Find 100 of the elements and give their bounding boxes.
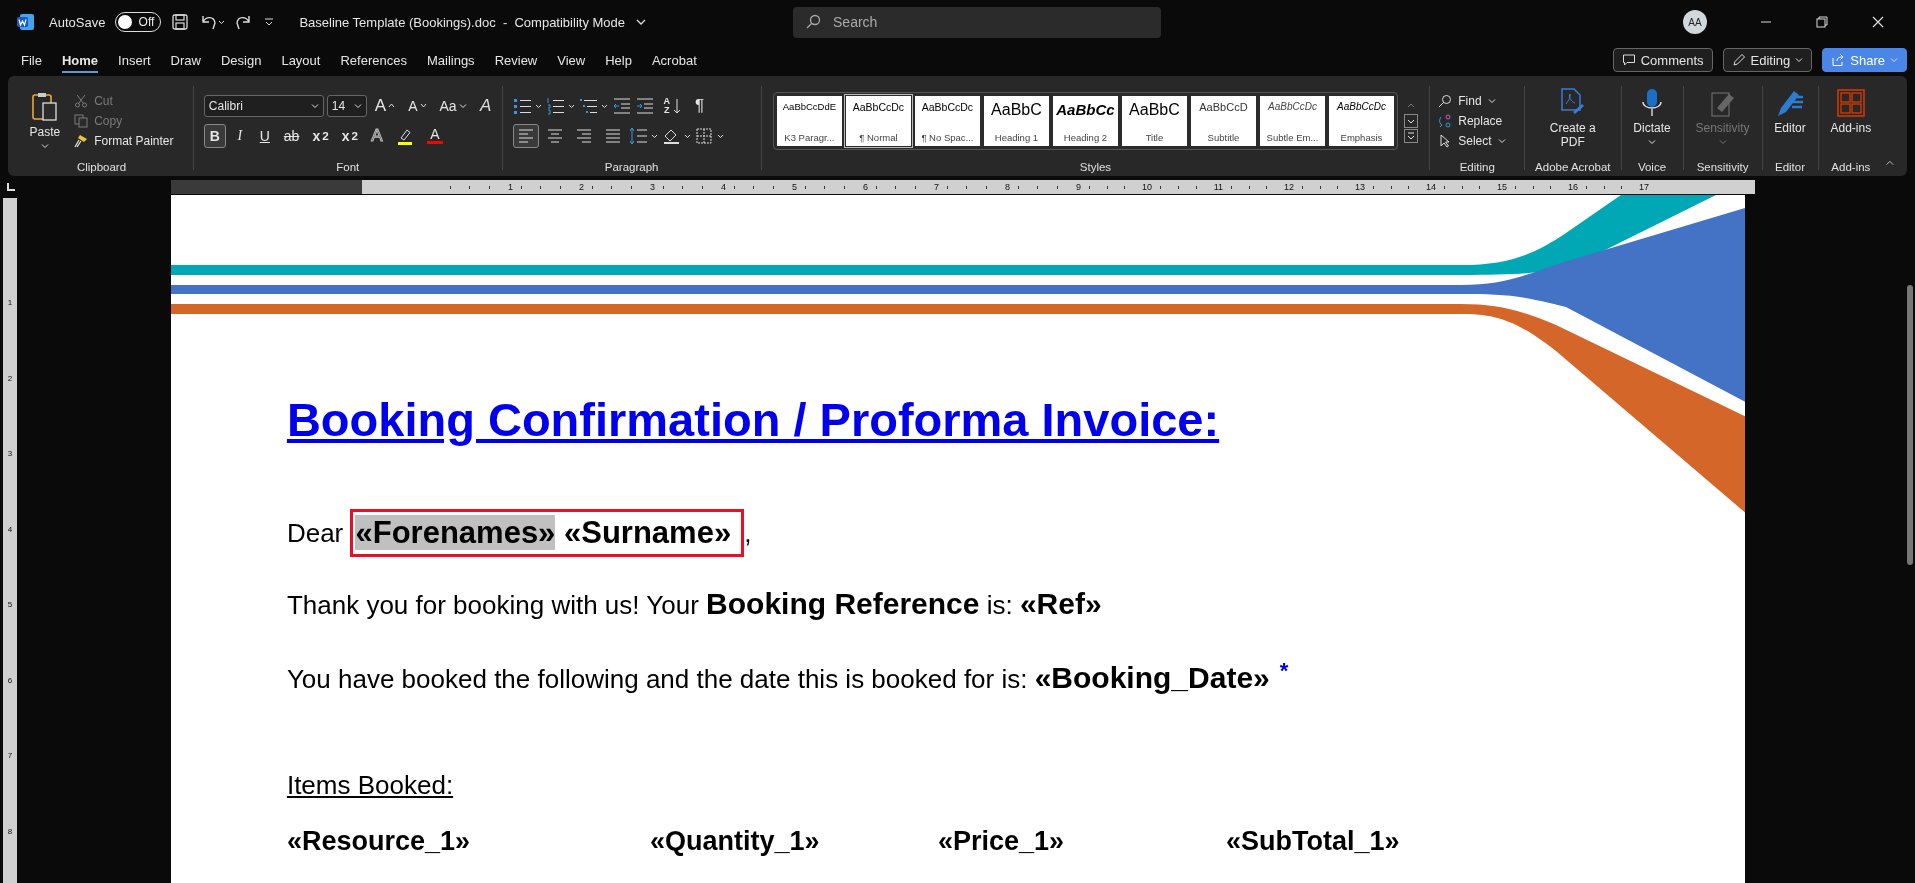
- merge-field: «Quantity_1»: [649, 826, 938, 857]
- menu-tab[interactable]: View: [548, 48, 595, 72]
- style-tile[interactable]: AaBbCcDdE K3 Paragr...: [776, 95, 842, 146]
- addins-button[interactable]: Add-ins: [1828, 80, 1874, 161]
- save-icon[interactable]: [171, 13, 190, 31]
- search-box[interactable]: Search: [793, 6, 1161, 38]
- pencil-icon: [1731, 53, 1746, 67]
- menu-tab[interactable]: Layout: [272, 48, 330, 72]
- style-tile[interactable]: AaBbCc Heading 2: [1052, 95, 1118, 146]
- menu-tab[interactable]: Review: [485, 48, 547, 72]
- pdf-button[interactable]: Create a PDF: [1539, 80, 1606, 161]
- user-avatar[interactable]: AA: [1683, 10, 1707, 34]
- group-label: Font: [336, 161, 360, 175]
- group-label: Adobe Acrobat: [1535, 161, 1611, 175]
- style-tile[interactable]: AaBbCcDc ¶ No Spac...: [914, 95, 980, 146]
- numbered-list-icon[interactable]: [545, 96, 576, 115]
- chevron-down-icon: [458, 101, 467, 110]
- align-right-icon: [575, 128, 592, 143]
- collapse-ribbon-icon[interactable]: [1885, 158, 1895, 168]
- align-left-button[interactable]: [512, 123, 539, 148]
- decrease-indent-icon[interactable]: [611, 96, 632, 115]
- comments-button[interactable]: Comments: [1612, 48, 1713, 72]
- expand-gallery-icon[interactable]: [1403, 128, 1418, 143]
- font-color-button[interactable]: A: [421, 123, 448, 148]
- paintbrush-icon: [74, 133, 89, 148]
- group-label: Editor: [1775, 161, 1806, 175]
- replace-button[interactable]: Replace: [1434, 111, 1507, 130]
- style-tile[interactable]: AaBbC Heading 1: [983, 95, 1049, 146]
- menu-tab[interactable]: Insert: [109, 48, 160, 72]
- text-effects-button[interactable]: A: [365, 123, 388, 148]
- show-formatting-button[interactable]: ¶: [688, 93, 711, 118]
- borders-icon[interactable]: [694, 126, 725, 145]
- paste-button[interactable]: Paste: [25, 89, 65, 152]
- merge-field: «Resource_1»: [286, 826, 650, 857]
- maximize-icon[interactable]: [1815, 15, 1829, 29]
- ruler-number: 9: [1076, 182, 1081, 192]
- greeting-text: Dear: [286, 517, 345, 550]
- bullet-list-icon[interactable]: [512, 96, 543, 115]
- window-title: Baseline Template (Bookings).doc - Compatibility Mode: [299, 14, 625, 30]
- style-tile[interactable]: AaBbCcDc Subtle Em...: [1259, 95, 1325, 146]
- document-heading: Booking Confirmation / Proforma Invoice:: [286, 392, 1221, 448]
- menu-tab[interactable]: Help: [596, 48, 641, 72]
- search-icon: [805, 14, 821, 30]
- group-label: Sensitivity: [1696, 161, 1749, 175]
- ruler-number: 16: [1567, 182, 1578, 192]
- group-label: Editing: [1459, 161, 1495, 175]
- painter-button[interactable]: Format Painter: [70, 131, 178, 150]
- clear-formatting-button[interactable]: A: [474, 93, 497, 118]
- ruler-number: 14: [1425, 182, 1436, 192]
- menu-tab[interactable]: Design: [211, 48, 271, 72]
- customize-toolbar-icon[interactable]: [263, 16, 276, 28]
- ruler-number: 7: [7, 751, 13, 761]
- ruler-number: 12: [1283, 182, 1294, 192]
- style-tile[interactable]: AaBbC Title: [1121, 95, 1187, 146]
- align-center-icon: [546, 128, 563, 143]
- grid-icon: [1836, 88, 1865, 118]
- ruler-number: 3: [7, 449, 13, 459]
- select-button[interactable]: Select: [1434, 131, 1510, 150]
- bold-button[interactable]: B: [203, 123, 226, 148]
- change-case-button[interactable]: Aa: [434, 93, 472, 118]
- ruler-number: 6: [7, 675, 13, 685]
- menu-tab[interactable]: References: [331, 48, 416, 72]
- undo-icon[interactable]: [199, 13, 226, 31]
- line-spacing-icon[interactable]: [628, 126, 659, 145]
- ruler-number: 15: [1496, 182, 1507, 192]
- strike-button[interactable]: ab: [278, 123, 305, 148]
- share-icon: [1831, 53, 1846, 67]
- style-tile[interactable]: AaBbCcDc ¶ Normal: [845, 95, 911, 146]
- word-logo-icon: [17, 13, 35, 31]
- font-name-field[interactable]: Calibri: [203, 94, 324, 117]
- sort-button[interactable]: AZ: [657, 93, 686, 118]
- menu-tab[interactable]: Acrobat: [642, 48, 706, 72]
- menu-tab[interactable]: Home: [52, 48, 108, 72]
- style-tile[interactable]: AaBbCcD Subtitle: [1190, 95, 1256, 146]
- ruler-number: 11: [1213, 182, 1223, 192]
- editor-button[interactable]: Editor: [1772, 80, 1808, 161]
- underline-button[interactable]: U: [253, 123, 276, 148]
- pen-icon: [1776, 88, 1804, 118]
- find-button[interactable]: Find: [1434, 91, 1500, 110]
- search-field[interactable]: Search: [831, 13, 1149, 31]
- multilevel-list-icon[interactable]: [578, 96, 609, 115]
- group-label: Paragraph: [604, 161, 659, 175]
- scroll-down-icon[interactable]: [1403, 113, 1418, 128]
- copy-icon: [74, 113, 89, 128]
- merge-field-selection[interactable]: «Forenames» «Surname»: [350, 509, 745, 557]
- tab-selector-icon[interactable]: [7, 183, 15, 191]
- menu-tab[interactable]: Mailings: [417, 48, 484, 72]
- editing-button[interactable]: Editing: [1722, 48, 1813, 72]
- mic-button[interactable]: Dictate: [1631, 80, 1673, 161]
- close-icon[interactable]: [1871, 15, 1885, 29]
- menu-tab[interactable]: Draw: [161, 48, 210, 72]
- shrink-font-button[interactable]: A: [403, 93, 432, 118]
- italic-button[interactable]: I: [228, 123, 251, 148]
- font-size-field[interactable]: 14: [326, 94, 367, 117]
- increase-indent-icon[interactable]: [634, 96, 655, 115]
- grow-font-button[interactable]: A: [369, 93, 401, 118]
- caret-up-icon: [388, 103, 396, 108]
- style-tile[interactable]: AaBbCcDc Emphasis: [1328, 95, 1394, 146]
- menu-tab[interactable]: File: [12, 48, 51, 72]
- share-button[interactable]: Share: [1822, 48, 1907, 72]
